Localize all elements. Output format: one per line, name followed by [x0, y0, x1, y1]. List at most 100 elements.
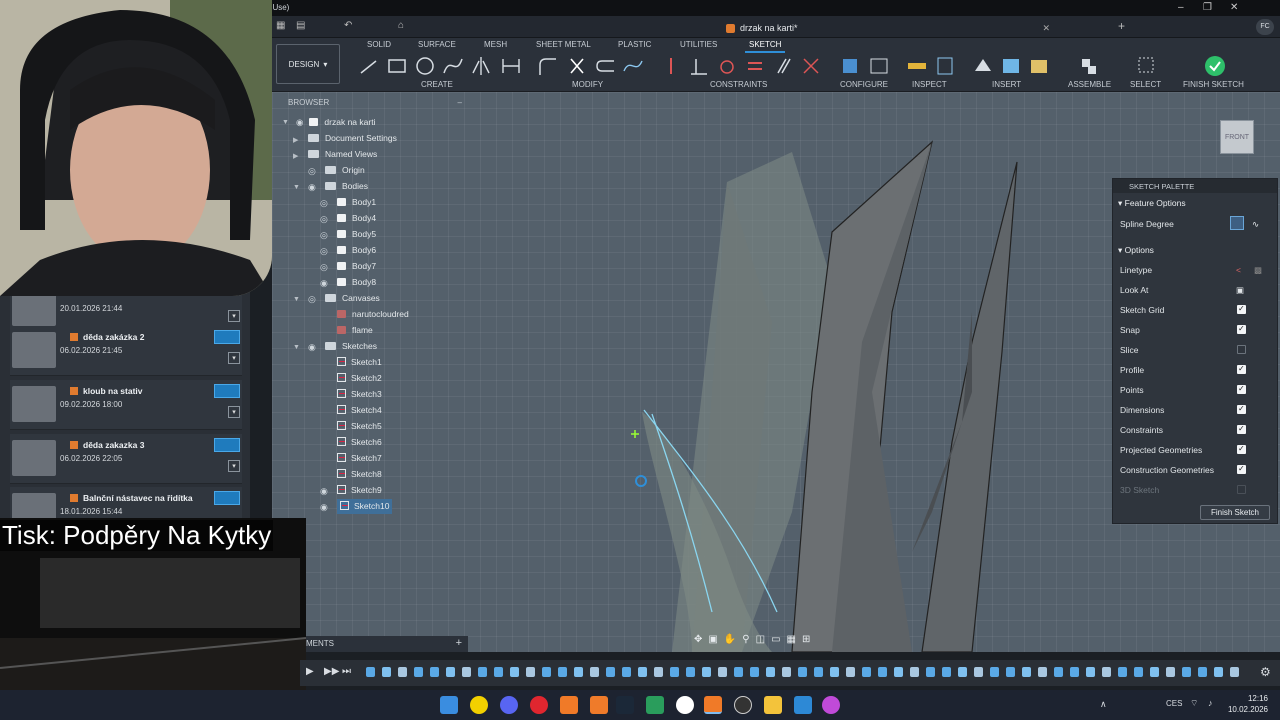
timeline-feature-icon[interactable]	[1038, 667, 1047, 677]
expand-icon[interactable]: ▶	[293, 152, 298, 160]
open-badge-icon[interactable]	[214, 330, 240, 344]
workspace-switcher[interactable]: DESIGN ▾	[276, 44, 340, 84]
tab-surface[interactable]: SURFACE	[418, 40, 456, 49]
timeline-feature-icon[interactable]	[894, 667, 903, 677]
tangent-icon[interactable]	[716, 55, 738, 77]
discord-icon[interactable]	[500, 696, 518, 714]
browser-item[interactable]: Sketch6	[337, 435, 382, 450]
visibility-icon[interactable]: ◎	[308, 294, 316, 305]
browser-root[interactable]: ◉ drzak na karti	[296, 115, 375, 130]
dropdown-icon[interactable]: ▾	[228, 352, 240, 364]
visibility-icon[interactable]: ◎	[320, 214, 328, 225]
timeline-feature-icon[interactable]	[1070, 667, 1079, 677]
taskbar-app-icon[interactable]	[794, 696, 812, 714]
fix-constraint-icon[interactable]	[800, 55, 822, 77]
timeline-feature-icon[interactable]	[622, 667, 631, 677]
document-tab[interactable]: drzak na karti* ✕	[720, 18, 1056, 38]
browser-item[interactable]: Canvases	[325, 291, 380, 306]
recent-file-card[interactable]: kloub na stativ 09.02.2026 18:00 ▾	[10, 380, 242, 430]
close-icon[interactable]: ✕	[1230, 2, 1238, 13]
new-tab-icon[interactable]: +	[1118, 19, 1125, 33]
points-checkbox[interactable]	[1237, 382, 1246, 396]
display-settings-icon[interactable]: ▭	[771, 634, 780, 650]
taskbar-app-icon[interactable]	[676, 696, 694, 714]
offset-curve-icon[interactable]	[622, 55, 644, 77]
timeline-feature-icon[interactable]	[830, 667, 839, 677]
timeline-settings-icon[interactable]: ⚙	[1260, 665, 1271, 679]
timeline-feature-icon[interactable]	[734, 667, 743, 677]
grid-settings-icon[interactable]: ▦	[787, 634, 796, 650]
expand-icon[interactable]: ▼	[282, 119, 289, 126]
mirror-tool-icon[interactable]	[470, 55, 492, 77]
finish-sketch-menu[interactable]: FINISH SKETCH	[1183, 80, 1244, 89]
timeline-feature-icon[interactable]	[1054, 667, 1063, 677]
snap-checkbox[interactable]	[1237, 322, 1246, 336]
measure-icon[interactable]	[906, 55, 928, 77]
select-menu[interactable]: SELECT	[1130, 80, 1161, 89]
parallel-icon[interactable]	[772, 55, 794, 77]
browser-item[interactable]: Sketch2	[337, 371, 382, 386]
timeline-feature-icon[interactable]	[910, 667, 919, 677]
coincident-icon[interactable]	[660, 55, 682, 77]
timeline-feature-icon[interactable]	[974, 667, 983, 677]
visibility-icon[interactable]: ◉	[320, 502, 328, 513]
browser-item[interactable]: flame	[337, 323, 373, 338]
timeline-feature-icon[interactable]	[638, 667, 647, 677]
inspect-section-icon[interactable]	[934, 55, 956, 77]
viewports-icon[interactable]: ⊞	[802, 634, 810, 650]
rectangle-tool-icon[interactable]	[386, 55, 408, 77]
browser-item[interactable]: Sketch10	[337, 499, 393, 514]
timeline-feature-icon[interactable]	[718, 667, 727, 677]
browser-item[interactable]: Bodies	[325, 179, 368, 194]
tab-plastic[interactable]: PLASTIC	[618, 40, 651, 49]
timeline-feature-icon[interactable]	[366, 667, 375, 677]
projected-geometries-checkbox[interactable]	[1237, 442, 1246, 456]
constraints-checkbox[interactable]	[1237, 422, 1246, 436]
timeline-feature-icon[interactable]	[590, 667, 599, 677]
timeline-feature-icon[interactable]	[1086, 667, 1095, 677]
timeline-feature-icon[interactable]	[798, 667, 807, 677]
slicer-icon[interactable]	[590, 696, 608, 714]
timeline-feature-icon[interactable]	[542, 667, 551, 677]
timeline-feature-icon[interactable]	[702, 667, 711, 677]
language-indicator[interactable]: CES	[1166, 699, 1182, 708]
timeline-feature-icon[interactable]	[1166, 667, 1175, 677]
expand-icon[interactable]: ▼	[293, 296, 300, 303]
dropdown-icon[interactable]: ▾	[228, 460, 240, 472]
timeline-feature-icon[interactable]	[1150, 667, 1159, 677]
insert-menu[interactable]: INSERT	[992, 80, 1021, 89]
timeline-feature-icon[interactable]	[526, 667, 535, 677]
browser-item[interactable]: Body5	[337, 227, 376, 242]
wifi-icon[interactable]: ⌔	[1190, 698, 1198, 709]
timeline-feature-icon[interactable]	[446, 667, 455, 677]
maximize-icon[interactable]: ❐	[1203, 2, 1212, 13]
create-menu[interactable]: CREATE	[421, 80, 453, 89]
perpendicular-icon[interactable]	[688, 55, 710, 77]
browser-item[interactable]: Origin	[325, 163, 365, 178]
opera-icon[interactable]	[530, 696, 548, 714]
timeline-feature-icon[interactable]	[398, 667, 407, 677]
dropdown-icon[interactable]: ▾	[228, 310, 240, 322]
browser-item[interactable]: Sketch5	[337, 419, 382, 434]
tab-mesh[interactable]: MESH	[484, 40, 507, 49]
visibility-icon[interactable]: ◎	[320, 198, 328, 209]
file-menu-icon[interactable]: ▤	[296, 20, 305, 31]
timeline-feature-icon[interactable]	[814, 667, 823, 677]
timeline-feature-icon[interactable]	[942, 667, 951, 677]
dimension-tool-icon[interactable]	[500, 55, 522, 77]
timeline-feature-icon[interactable]	[1182, 667, 1191, 677]
tab-utilities[interactable]: UTILITIES	[680, 40, 717, 49]
visibility-icon[interactable]: ◉	[296, 117, 303, 127]
insert-decal-icon[interactable]	[1028, 55, 1050, 77]
timeline-feature-icon[interactable]	[574, 667, 583, 677]
browser-item[interactable]: Sketches	[325, 339, 377, 354]
equal-icon[interactable]	[744, 55, 766, 77]
visibility-icon[interactable]: ◉	[308, 342, 316, 353]
browser-header[interactable]: BROWSER –	[282, 98, 466, 112]
timeline-feature-icon[interactable]	[1134, 667, 1143, 677]
timeline-feature-icon[interactable]	[1022, 667, 1031, 677]
close-tab-icon[interactable]: ✕	[1043, 23, 1051, 34]
home-icon[interactable]: ⌂	[398, 20, 404, 31]
minimize-icon[interactable]: –	[1178, 2, 1184, 13]
timeline-feature-icon[interactable]	[766, 667, 775, 677]
